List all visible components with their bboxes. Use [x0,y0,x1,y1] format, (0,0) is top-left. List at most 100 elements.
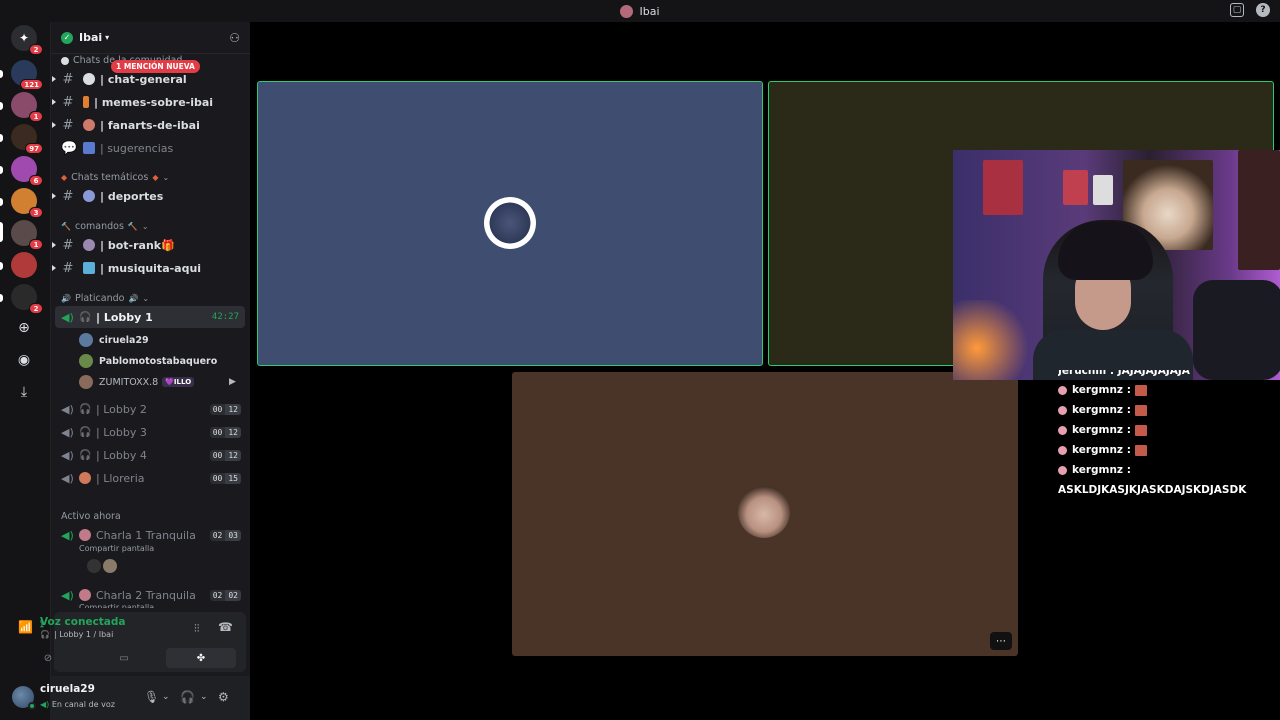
activities-icon[interactable]: ✤ [166,648,236,668]
server-header[interactable]: ✓ Ibai ▾ ⚇ [51,22,250,54]
user-count: 00 15 [209,472,241,484]
video-tile-user-3[interactable]: ⋯ [512,372,1018,656]
category-platicando[interactable]: 🔊 Platicando 🔊 ⌄ [61,293,149,304]
category-comandos[interactable]: 🔨 comandos 🔨 ⌄ [61,221,149,232]
signal-icon[interactable]: 📶 [18,620,33,634]
voice-member[interactable]: ZUMITOXX.8 💜ILLO ▶ [79,372,236,392]
verified-icon: ✓ [61,31,73,44]
hash-icon: # [62,188,74,204]
server-icon-1[interactable]: 121 [11,60,43,90]
section-label: Activo ahora [61,511,121,522]
notification-badge: 1 [29,239,43,250]
forum-icon: 💬 [61,140,78,156]
unread-pill [0,70,3,78]
chevron-down-icon: ▾ [105,33,110,42]
channel-label: | musiquita-aqui [100,261,202,275]
chat-message: kergmnz : [1058,440,1278,460]
hash-icon: # [62,237,74,253]
discover-icon[interactable]: ◉ [13,349,35,371]
disconnect-icon[interactable]: ☎ [218,620,233,634]
chat-badge-icon [1058,465,1067,475]
voice-location-label: | Lobby 1 / Ibai [53,630,114,639]
voice-member[interactable]: Pablomotostabaquero [79,351,217,371]
channel-label: | Lloreria [96,471,145,485]
emoji-icon [79,589,91,601]
hammer-icon: 🔨 [61,222,71,231]
waveform-icon[interactable]: ⫶⫶ [194,622,200,636]
server-icon-6[interactable]: 1 [11,220,43,250]
chat-username: kergmnz : [1072,464,1131,476]
channel-sugerencias[interactable]: 💬 | sugerencias [55,137,245,159]
chevron-down-icon[interactable]: ⌄ [162,692,170,702]
headphones-icon: 🎧 [40,630,50,639]
settings-icon[interactable]: ⚙ [218,690,229,704]
hash-icon: # [62,94,74,110]
channel-musiquita[interactable]: # | musiquita-aqui [52,257,245,279]
activity-label: Compartir pantalla [79,544,155,553]
chat-username: kergmnz : [1072,444,1131,456]
unread-pill [0,134,3,142]
voice-channel-charla-1[interactable]: ◀) Charla 1 Tranquila 02 03 [55,524,245,546]
add-server-icon[interactable]: ⊕ [13,317,35,339]
unread-indicator [52,193,56,199]
speaker-icon: ◀) [61,310,74,324]
voice-location[interactable]: 🎧 | Lobby 1 / Ibai [40,630,113,639]
unread-pill [0,262,3,270]
channel-bot-rank[interactable]: # | bot-rank🎁 [52,234,245,256]
hammer-icon: 🔨 [127,222,138,231]
inbox-icon[interactable]: ▢ [1230,3,1244,17]
channel-chat-general[interactable]: # | chat-general [52,68,245,90]
server-icon-7[interactable] [11,252,37,278]
chat-message: kergmnz : [1058,380,1278,400]
server-icon-ibai[interactable]: 1 [11,92,43,122]
server-icon-3[interactable]: 97 [11,124,43,154]
voice-channel-lobby-4[interactable]: ◀) 🎧 | Lobby 4 00 12 [55,444,245,466]
server-icon-4[interactable]: 6 [11,156,43,186]
voice-member[interactable]: ciruela29 [79,330,149,350]
emote-icon [1134,424,1147,436]
channel-memes[interactable]: # | memes-sobre-ibai [52,91,245,113]
wall-poster [983,160,1023,215]
voice-channel-lobby-1[interactable]: ◀) 🎧 | Lobby 1 42:27 [55,306,245,328]
chevron-down-icon[interactable]: ⌄ [200,692,208,702]
playstation-icon: ▶ [229,377,236,387]
video-tile-user-1[interactable] [257,81,763,366]
id-icon [83,142,95,154]
headphones-icon: 🎧 [79,403,92,415]
unread-pill [0,294,3,302]
add-friend-icon[interactable]: ⚇ [229,31,240,45]
server-icon-5[interactable]: 3 [11,188,43,218]
help-icon[interactable]: ? [1256,3,1270,17]
speaker-icon: ◀) [61,528,74,542]
download-icon[interactable]: ⤓ [13,381,35,403]
channel-deportes[interactable]: # | deportes [52,185,245,207]
username[interactable]: ciruela29 [40,683,95,695]
speaker-icon: ◀) [61,588,74,602]
voice-channel-lobby-2[interactable]: ◀) 🎧 | Lobby 2 00 12 [55,398,245,420]
section-activo-ahora: Activo ahora [61,511,121,522]
emote-icon [1134,384,1147,396]
camera-off-icon[interactable]: ⊘ [30,648,66,668]
screen-share-icon[interactable]: ▭ [106,648,142,668]
category-tematicos[interactable]: ◆ Chats temáticos ◆ ⌄ [61,172,169,183]
headset-icon[interactable]: 🎧 [180,690,195,704]
avatar [79,333,93,347]
notification-badge: 3 [29,207,43,218]
chat-message: kergmnz : [1058,400,1278,420]
participant-avatars [87,559,117,573]
wall-poster [1093,175,1113,205]
chat-username: kergmnz : [1072,404,1131,416]
speaker-icon: 🔊 [128,294,139,303]
mic-icon[interactable]: 🎙 [144,690,159,704]
channel-label: | chat-general [100,72,187,86]
server-icon-8[interactable]: 2 [11,284,43,314]
discord-home-icon[interactable]: ✦ 2 [11,25,43,55]
channel-fanarts[interactable]: # | fanarts-de-ibai [52,114,245,136]
headphones-icon: 🎧 [79,311,92,323]
voice-channel-lobby-3[interactable]: ◀) 🎧 | Lobby 3 00 12 [55,421,245,443]
voice-channel-lloreria[interactable]: ◀) | Lloreria 00 15 [55,467,245,489]
voice-status[interactable]: Voz conectada [40,616,126,628]
notification-badge: 2 [29,44,43,55]
more-icon[interactable]: ⋯ [990,632,1012,650]
speaker-icon: ◀) [40,700,50,709]
